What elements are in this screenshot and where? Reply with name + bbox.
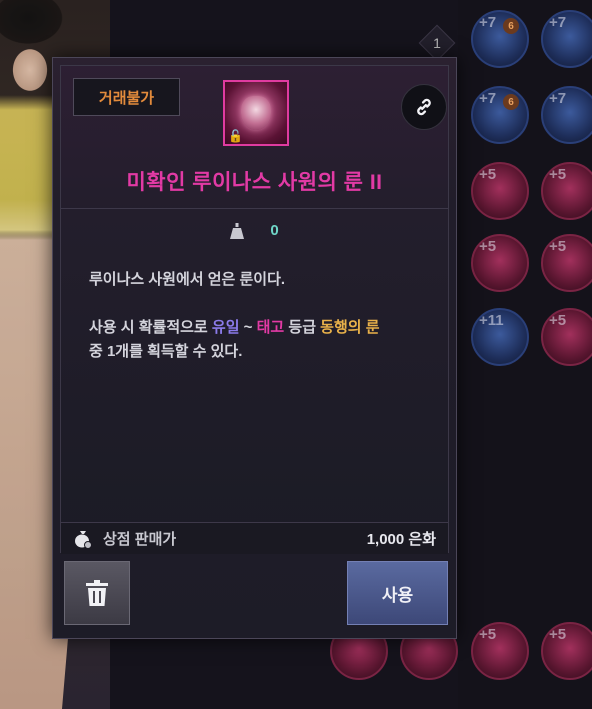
money-bag-icon (75, 530, 92, 549)
inventory-slot[interactable]: +11 (471, 308, 529, 366)
link-icon (417, 98, 431, 116)
inventory-slot[interactable]: +7 6 (471, 86, 529, 144)
inventory-slot[interactable]: +7 (541, 10, 592, 68)
inventory-slot[interactable]: +5 (541, 622, 592, 680)
item-icon: 🔓 (223, 80, 289, 146)
link-button[interactable] (401, 84, 447, 130)
inventory-slot[interactable]: +5 (541, 234, 592, 292)
item-tooltip: 거래불가 🔓 미확인 루이나스 사원의 룬 II 0 루이나스 사원에서 얻은 … (52, 57, 457, 639)
item-title: 미확인 루이나스 사원의 룬 II (126, 171, 383, 194)
weight-row: 0 (61, 222, 448, 239)
companion-rune-text: 동행의 룬 (320, 319, 380, 336)
lock-icon: 🔓 (228, 129, 243, 143)
grade-unique: 유일 (211, 319, 240, 336)
shop-price-value: 1,000 은화 (366, 531, 436, 548)
rune-icon (241, 96, 271, 130)
description-line: 사용 시 확률적으로 유일 ~ 태고 등급 동행의 룬 (89, 319, 380, 336)
inventory-slot[interactable]: +7 (541, 86, 592, 144)
description-line: 중 1개를 획득할 수 있다. (89, 343, 243, 360)
weight-value: 0 (270, 222, 279, 239)
inventory-slot[interactable]: +5 (541, 308, 592, 366)
slot-number-marker: 1 (418, 24, 456, 62)
item-description: 루이나스 사원에서 얻은 룬이다. 사용 시 확률적으로 유일 ~ 태고 등급 … (89, 268, 429, 364)
weight-icon (230, 222, 245, 239)
inventory-slot[interactable]: +7 6 (471, 10, 529, 68)
shop-price-label: 상점 판매가 (103, 531, 177, 548)
inventory-slot[interactable]: +5 (541, 162, 592, 220)
description-line: 루이나스 사원에서 얻은 룬이다. (89, 271, 286, 288)
item-detail-panel: 거래불가 🔓 미확인 루이나스 사원의 룬 II 0 루이나스 사원에서 얻은 … (60, 65, 449, 554)
use-button[interactable]: 사용 (347, 561, 448, 625)
item-header: 거래불가 🔓 미확인 루이나스 사원의 룬 II (61, 66, 448, 209)
inventory-slot[interactable]: +5 (471, 622, 529, 680)
trash-icon (86, 580, 108, 606)
inventory-slot[interactable]: +5 (471, 234, 529, 292)
grade-ancient: 태고 (256, 319, 285, 336)
inventory-slot[interactable]: +5 (471, 162, 529, 220)
shop-price-row: 상점 판매가 1,000 은화 (61, 522, 448, 554)
untradeable-badge: 거래불가 (73, 78, 180, 116)
delete-button[interactable] (64, 561, 130, 625)
